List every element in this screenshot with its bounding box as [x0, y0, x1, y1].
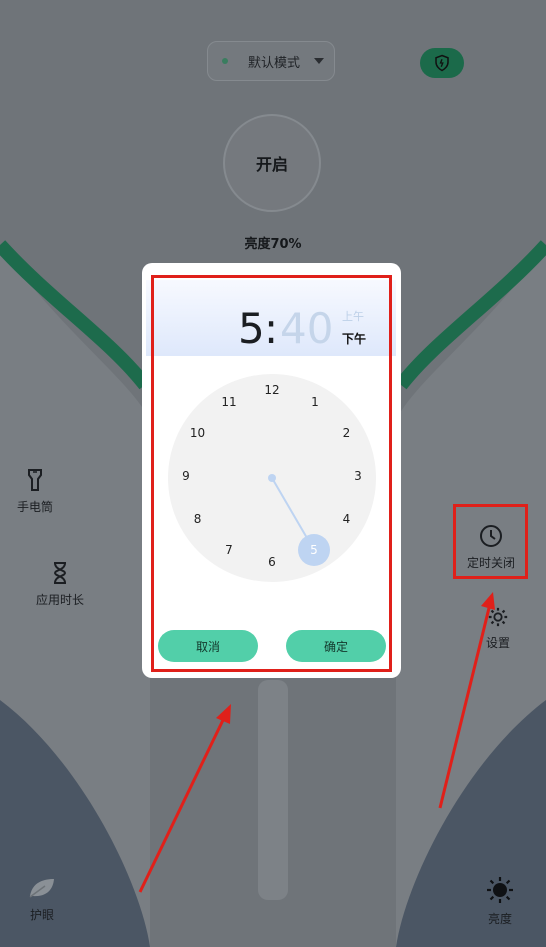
- flashlight-icon: [28, 469, 42, 491]
- mode-dropdown[interactable]: 默认模式: [207, 41, 335, 81]
- sun-icon: [487, 877, 513, 903]
- settings-label: 设置: [485, 636, 510, 650]
- power-button[interactable]: 开启: [223, 114, 321, 212]
- flashlight-label: 手电筒: [16, 500, 53, 514]
- brightness-button[interactable]: 亮度: [480, 876, 520, 927]
- hourglass-icon: [53, 562, 67, 584]
- mode-status-dot: [222, 58, 228, 64]
- settings-button[interactable]: 设置: [481, 606, 515, 651]
- clock-icon: [480, 525, 502, 547]
- shield-button[interactable]: [420, 48, 464, 78]
- eye-care-button[interactable]: 护眼: [22, 876, 62, 923]
- shield-icon: [435, 54, 449, 72]
- flashlight-button[interactable]: 手电筒: [12, 468, 58, 515]
- brightness-button-label: 亮度: [487, 912, 512, 926]
- mode-label: 默认模式: [248, 55, 301, 71]
- leaf-icon: [29, 879, 54, 898]
- app-usage-label: 应用时长: [35, 593, 84, 607]
- chevron-down-icon: [314, 58, 325, 64]
- timer-off-label: 定时关闭: [466, 556, 515, 570]
- gear-icon: [488, 607, 508, 627]
- brightness-readout: 亮度70%: [244, 237, 302, 252]
- annotation-box-dialog: [151, 275, 392, 672]
- timer-off-button[interactable]: 定时关闭: [462, 524, 520, 571]
- eye-care-label: 护眼: [29, 908, 54, 922]
- app-usage-button[interactable]: 应用时长: [33, 561, 87, 608]
